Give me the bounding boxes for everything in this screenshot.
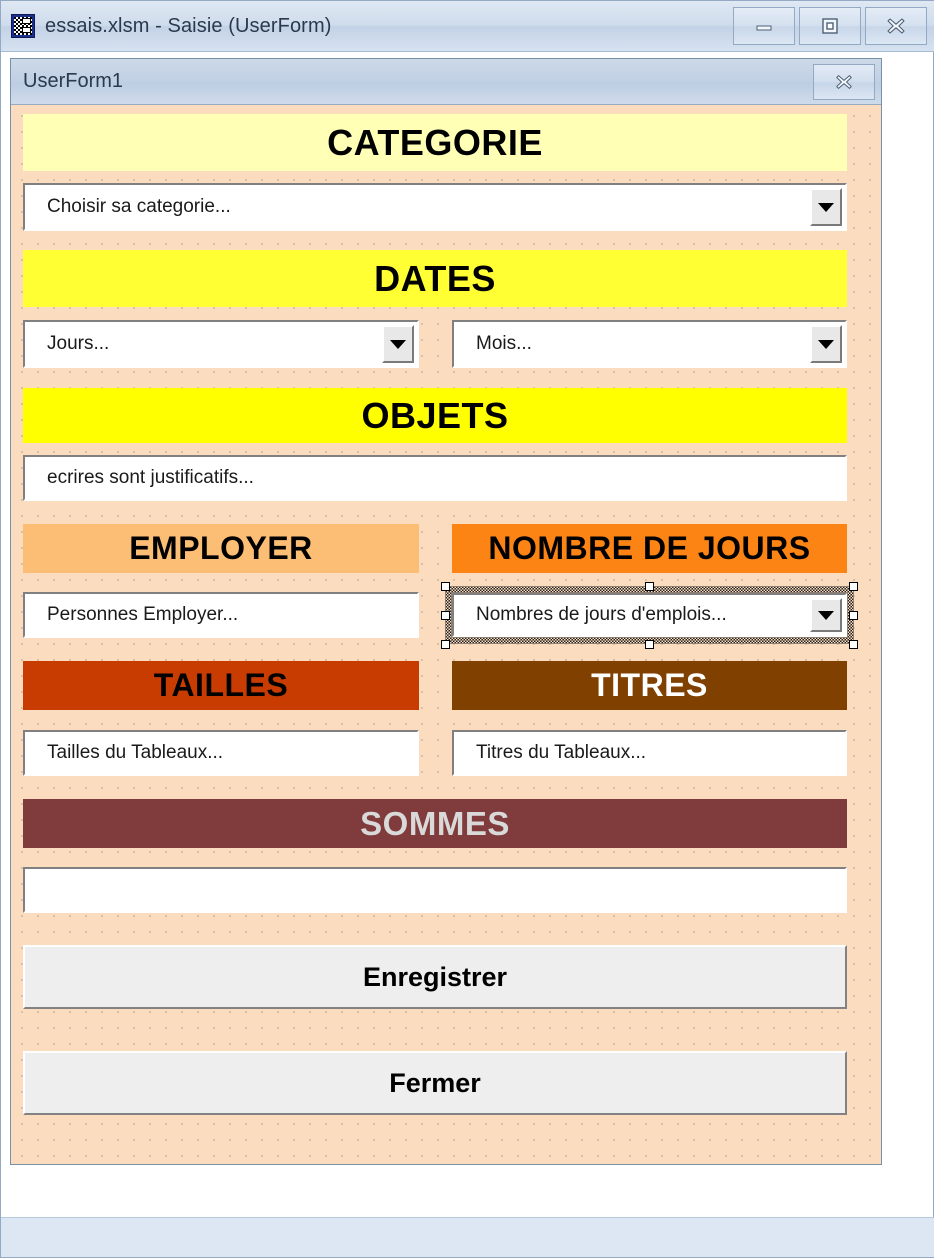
- main-titlebar: essais.xlsm - Saisie (UserForm): [1, 1, 934, 52]
- categorie-combobox-value: Choisir sa categorie...: [47, 196, 231, 217]
- titres-header: TITRES: [452, 661, 847, 710]
- vbe-application: essais.xlsm - Saisie (UserForm) UserForm…: [0, 0, 934, 1258]
- resize-handle-n[interactable]: [645, 582, 654, 591]
- titres-textbox-value: Titres du Tableaux...: [476, 742, 647, 763]
- resize-handle-e[interactable]: [849, 611, 858, 620]
- tailles-textbox-value: Tailles du Tableaux...: [47, 742, 224, 763]
- userform-icon: [11, 14, 35, 38]
- enregistrer-button[interactable]: Enregistrer: [23, 945, 847, 1009]
- objets-header: OBJETS: [23, 388, 847, 443]
- titres-textbox[interactable]: Titres du Tableaux...: [452, 730, 847, 776]
- tailles-header-label: TAILLES: [153, 667, 289, 703]
- resize-handle-ne[interactable]: [849, 582, 858, 591]
- categorie-header: CATEGORIE: [23, 114, 847, 171]
- dates-header-label: DATES: [374, 257, 496, 299]
- status-strip: [1, 1217, 934, 1257]
- userform-titlebar[interactable]: UserForm1: [11, 59, 881, 105]
- resize-handle-w[interactable]: [441, 611, 450, 620]
- jours-dropdown-arrow[interactable]: [382, 325, 414, 363]
- categorie-header-label: CATEGORIE: [327, 121, 543, 163]
- employer-header-label: EMPLOYER: [129, 530, 313, 566]
- nombre-jours-combobox[interactable]: Nombres de jours d'emplois...: [452, 593, 847, 637]
- objets-textbox[interactable]: ecrires sont justificatifs...: [23, 455, 847, 501]
- vbe-main-window: essais.xlsm - Saisie (UserForm) UserForm…: [0, 0, 934, 1258]
- window-controls: [733, 7, 927, 45]
- userform-title: UserForm1: [23, 70, 124, 92]
- categorie-dropdown-arrow[interactable]: [810, 188, 842, 226]
- fermer-button[interactable]: Fermer: [23, 1051, 847, 1115]
- dates-header: DATES: [23, 250, 847, 307]
- employer-textbox-value: Personnes Employer...: [47, 604, 239, 625]
- jours-combobox-value: Jours...: [47, 333, 110, 354]
- mois-dropdown-arrow[interactable]: [810, 325, 842, 363]
- restore-button[interactable]: [799, 7, 861, 45]
- tailles-header: TAILLES: [23, 661, 419, 710]
- nombre-jours-dropdown-arrow[interactable]: [810, 598, 842, 632]
- close-button[interactable]: [865, 7, 927, 45]
- sommes-header-label: SOMMES: [360, 804, 510, 842]
- sommes-header: SOMMES: [23, 799, 847, 848]
- employer-textbox[interactable]: Personnes Employer...: [23, 592, 419, 638]
- nombre-jours-header-label: NOMBRE DE JOURS: [488, 530, 811, 566]
- nombre-jours-combobox-value: Nombres de jours d'emplois...: [476, 604, 727, 625]
- categorie-combobox[interactable]: Choisir sa categorie...: [23, 183, 847, 231]
- enregistrer-button-label: Enregistrer: [362, 961, 508, 992]
- objets-textbox-value: ecrires sont justificatifs...: [47, 467, 254, 488]
- resize-handle-sw[interactable]: [441, 640, 450, 649]
- sommes-textbox[interactable]: [23, 867, 847, 913]
- window-title: essais.xlsm - Saisie (UserForm): [45, 15, 332, 37]
- resize-handle-se[interactable]: [849, 640, 858, 649]
- objets-header-label: OBJETS: [361, 394, 509, 436]
- tailles-textbox[interactable]: Tailles du Tableaux...: [23, 730, 419, 776]
- jours-combobox[interactable]: Jours...: [23, 320, 419, 368]
- resize-handle-s[interactable]: [645, 640, 654, 649]
- employer-header: EMPLOYER: [23, 524, 419, 573]
- resize-handle-nw[interactable]: [441, 582, 450, 591]
- userform-window: UserForm1 CATEGORIE Choisir sa categorie…: [10, 58, 882, 1165]
- minimize-button[interactable]: [733, 7, 795, 45]
- fermer-button-label: Fermer: [389, 1067, 481, 1098]
- nombre-jours-header: NOMBRE DE JOURS: [452, 524, 847, 573]
- userform-close-button[interactable]: [813, 64, 875, 100]
- titres-header-label: TITRES: [591, 667, 708, 703]
- mois-combobox-value: Mois...: [476, 333, 532, 354]
- mois-combobox[interactable]: Mois...: [452, 320, 847, 368]
- form-design-surface[interactable]: CATEGORIE Choisir sa categorie... DATES …: [11, 105, 881, 1164]
